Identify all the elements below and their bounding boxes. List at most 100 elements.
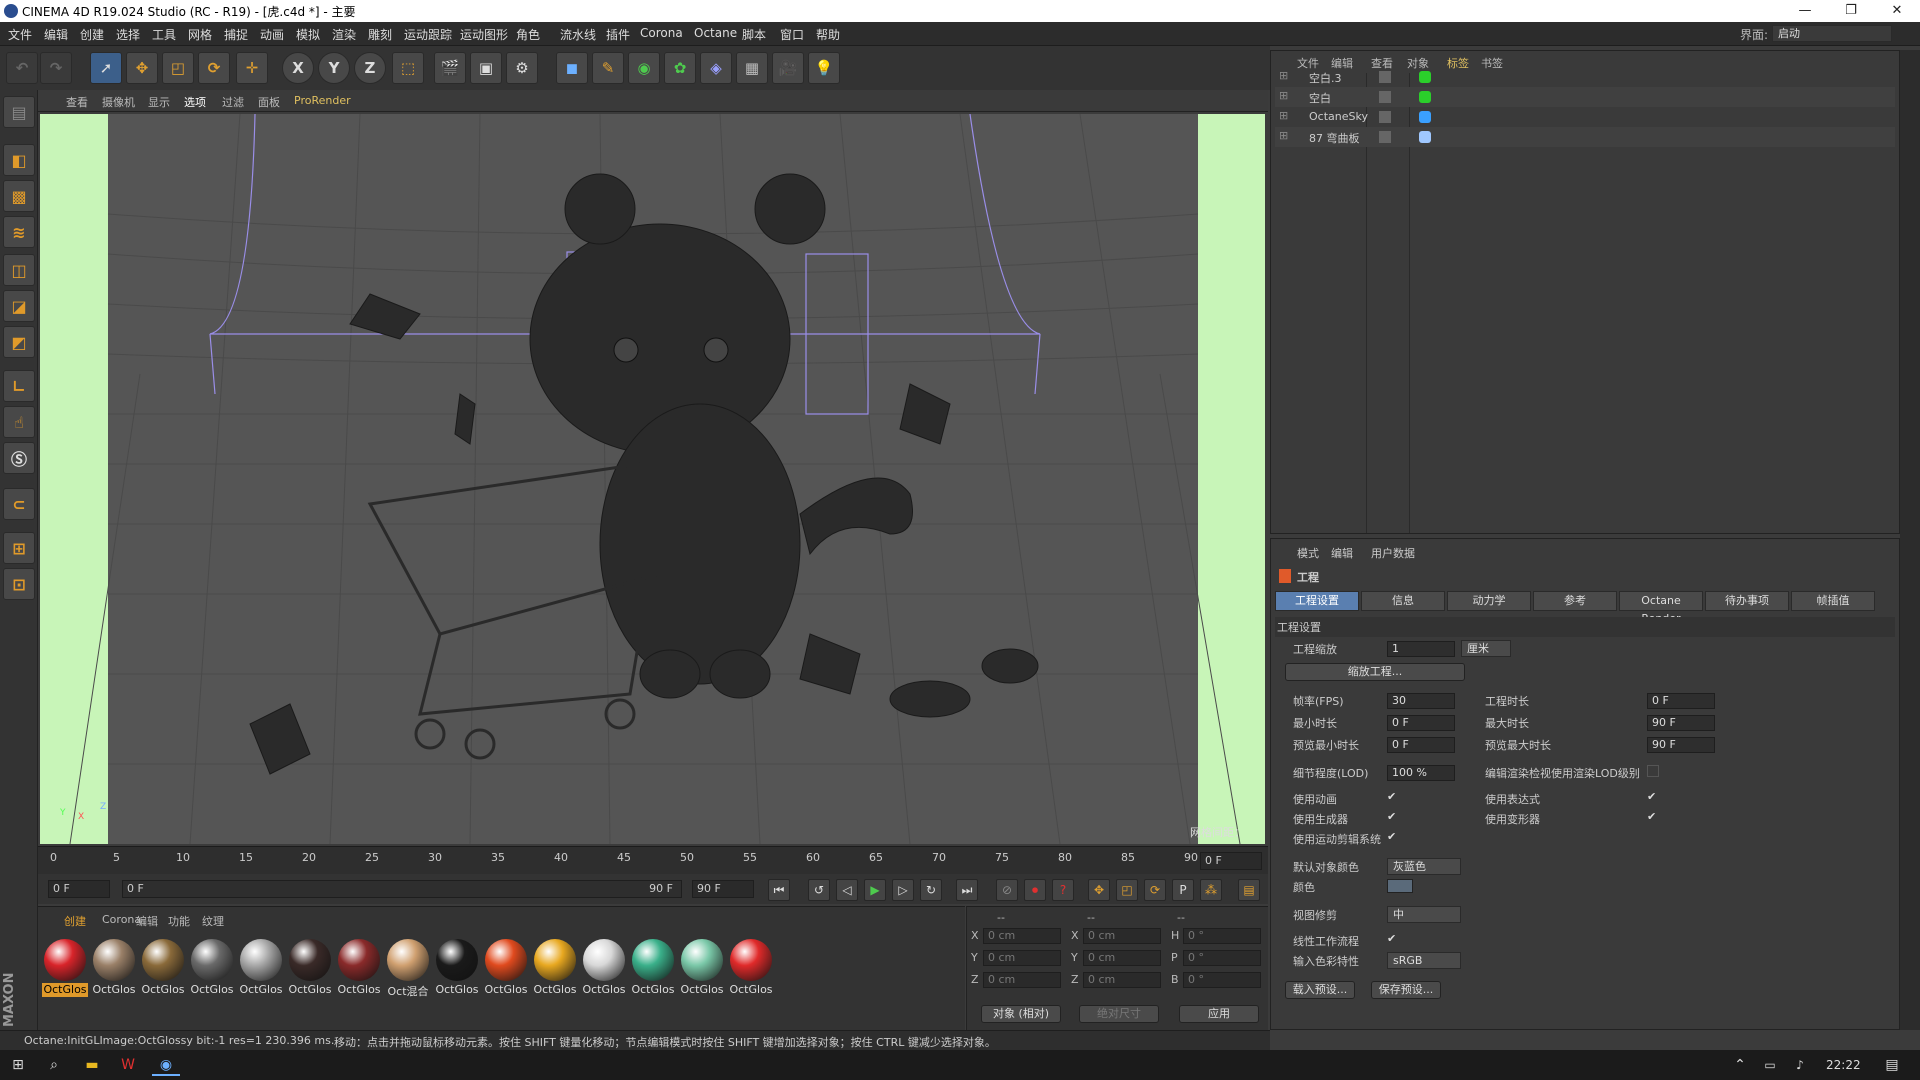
- expand-icon[interactable]: ⊞: [1279, 89, 1288, 102]
- autokey-icon[interactable]: ⏺: [1024, 879, 1046, 901]
- size-mode-select[interactable]: 绝对尺寸: [1079, 1005, 1159, 1023]
- coord-size-field[interactable]: 0 cm: [1083, 928, 1161, 944]
- material-swatch[interactable]: OctGlos: [434, 937, 480, 999]
- object-row[interactable]: ⊞ 空白.3: [1275, 67, 1895, 87]
- viewport-menu-6[interactable]: ProRender: [294, 94, 351, 107]
- array-icon[interactable]: ✿: [664, 52, 696, 84]
- go-to-next-key-icon[interactable]: ↻: [920, 879, 942, 901]
- scale-icon[interactable]: ◰: [162, 52, 194, 84]
- redo-icon[interactable]: ↷: [40, 52, 72, 84]
- object-row[interactable]: ⊞ OctaneSky: [1275, 107, 1895, 127]
- lod-field[interactable]: 100 %: [1387, 765, 1455, 781]
- rotate-icon[interactable]: ⟳: [198, 52, 230, 84]
- coordinate-system-icon[interactable]: ⬚: [392, 52, 424, 84]
- menu-item-17[interactable]: Octane: [694, 26, 737, 40]
- menu-item-7[interactable]: 动画: [260, 26, 284, 43]
- coord-rotation-field[interactable]: 0 °: [1183, 928, 1261, 944]
- subdivision-icon[interactable]: ◉: [628, 52, 660, 84]
- volume-icon[interactable]: ♪: [1786, 1054, 1814, 1076]
- material-swatch[interactable]: OctGlos: [728, 937, 774, 999]
- attr-top-tab-2[interactable]: 用户数据: [1371, 545, 1415, 561]
- save-preset-button[interactable]: 保存预设...: [1371, 981, 1441, 999]
- coord-size-field[interactable]: 0 cm: [1083, 972, 1161, 988]
- material-swatch[interactable]: OctGlos: [679, 937, 725, 999]
- go-to-end-icon[interactable]: ⏭: [956, 879, 978, 901]
- preview-min-field[interactable]: 0 F: [1387, 737, 1455, 753]
- input-color-select[interactable]: sRGB: [1387, 952, 1461, 969]
- viewport-menu-2[interactable]: 显示: [148, 94, 170, 110]
- pen-icon[interactable]: ✎: [592, 52, 624, 84]
- attr-top-tab-0[interactable]: 模式: [1297, 545, 1319, 561]
- workplane-icon[interactable]: ≋: [3, 216, 35, 248]
- menu-item-5[interactable]: 网格: [188, 26, 212, 43]
- material-tab-3[interactable]: 功能: [168, 913, 190, 929]
- key-position-icon[interactable]: ✥: [1088, 879, 1110, 901]
- menu-item-8[interactable]: 模拟: [296, 26, 320, 43]
- render-view-icon[interactable]: 🎬: [434, 52, 466, 84]
- snap-icon[interactable]: Ⓢ: [3, 442, 35, 474]
- tag-icon[interactable]: [1419, 71, 1431, 83]
- material-swatch[interactable]: OctGlos: [532, 937, 578, 999]
- material-swatch[interactable]: OctGlos: [336, 937, 382, 999]
- floor-icon[interactable]: ▦: [736, 52, 768, 84]
- tag-icon[interactable]: [1419, 91, 1431, 103]
- tag-icon[interactable]: [1419, 131, 1431, 143]
- material-swatch[interactable]: OctGlos: [189, 937, 235, 999]
- attr-tab-4[interactable]: Octane Render: [1619, 591, 1703, 625]
- minimize-button[interactable]: —: [1782, 0, 1828, 22]
- notification-icon[interactable]: ▤: [1878, 1054, 1906, 1076]
- menu-item-2[interactable]: 创建: [80, 26, 104, 43]
- polygons-mode-icon[interactable]: ◩: [3, 326, 35, 358]
- right-side-tabs[interactable]: [1900, 50, 1920, 1030]
- expand-icon[interactable]: ⊞: [1279, 69, 1288, 82]
- material-swatch[interactable]: OctGlos: [483, 937, 529, 999]
- model-mode-icon[interactable]: ◧: [3, 144, 35, 176]
- menu-item-12[interactable]: 运动图形: [460, 26, 508, 43]
- coord-mode-select[interactable]: 对象 (相对): [981, 1005, 1061, 1023]
- viewport-menu-3[interactable]: 选项: [184, 94, 206, 110]
- menu-item-19[interactable]: 窗口: [780, 26, 804, 43]
- preview-max-field[interactable]: 90 F: [1647, 737, 1715, 753]
- scale-unit-select[interactable]: 厘米: [1461, 640, 1511, 657]
- expand-icon[interactable]: ⊞: [1279, 109, 1288, 122]
- undo-icon[interactable]: ↶: [6, 52, 38, 84]
- attr-tab-0[interactable]: 工程设置: [1275, 591, 1359, 611]
- viewport-menu-4[interactable]: 过滤: [222, 94, 244, 110]
- scheme-icon[interactable]: ▤: [1238, 879, 1260, 901]
- use-motion-system-checkbox[interactable]: ✔: [1387, 831, 1399, 843]
- current-frame-field[interactable]: 0 F: [1200, 852, 1262, 870]
- points-mode-icon[interactable]: ◫: [3, 254, 35, 286]
- wps-icon[interactable]: W: [114, 1054, 142, 1076]
- transform-icon[interactable]: ✛: [236, 52, 268, 84]
- visibility-icon[interactable]: [1379, 91, 1391, 103]
- lock-workplane-icon[interactable]: ⊞: [3, 532, 35, 564]
- next-frame-icon[interactable]: ▷: [892, 879, 914, 901]
- key-parameter-icon[interactable]: P: [1172, 879, 1194, 901]
- go-to-start-icon[interactable]: ⏮: [768, 879, 790, 901]
- coord-size-field[interactable]: 0 cm: [1083, 950, 1161, 966]
- visibility-icon[interactable]: [1379, 111, 1391, 123]
- material-swatch[interactable]: OctGlos: [238, 937, 284, 999]
- end-frame-field[interactable]: 90 F: [692, 880, 754, 898]
- max-time-field[interactable]: 90 F: [1647, 715, 1715, 731]
- start-frame-field[interactable]: 0 F: [48, 880, 110, 898]
- menu-item-6[interactable]: 捕捉: [224, 26, 248, 43]
- menu-item-18[interactable]: 脚本: [742, 26, 766, 43]
- record-keys-icon[interactable]: ⊘: [996, 879, 1018, 901]
- scale-field[interactable]: 1: [1387, 641, 1455, 657]
- use-deformers-checkbox[interactable]: ✔: [1647, 811, 1659, 823]
- default-color-select[interactable]: 灰蓝色: [1387, 858, 1461, 875]
- magnet-icon[interactable]: ⊂: [3, 488, 35, 520]
- attr-tab-5[interactable]: 待办事项: [1705, 591, 1789, 611]
- deformer-icon[interactable]: ◈: [700, 52, 732, 84]
- start-icon[interactable]: ⊞: [4, 1054, 32, 1076]
- menu-item-3[interactable]: 选择: [116, 26, 140, 43]
- coord-position-field[interactable]: 0 cm: [983, 928, 1061, 944]
- object-row[interactable]: ⊞ 87 弯曲板: [1275, 127, 1895, 147]
- viewport-menu-0[interactable]: 查看: [66, 94, 88, 110]
- menu-item-9[interactable]: 渲染: [332, 26, 356, 43]
- use-expressions-checkbox[interactable]: ✔: [1647, 791, 1659, 803]
- tweak-mode-icon[interactable]: ☝: [3, 406, 35, 438]
- expand-icon[interactable]: ⊞: [1279, 129, 1288, 142]
- key-pla-icon[interactable]: ⁂: [1200, 879, 1222, 901]
